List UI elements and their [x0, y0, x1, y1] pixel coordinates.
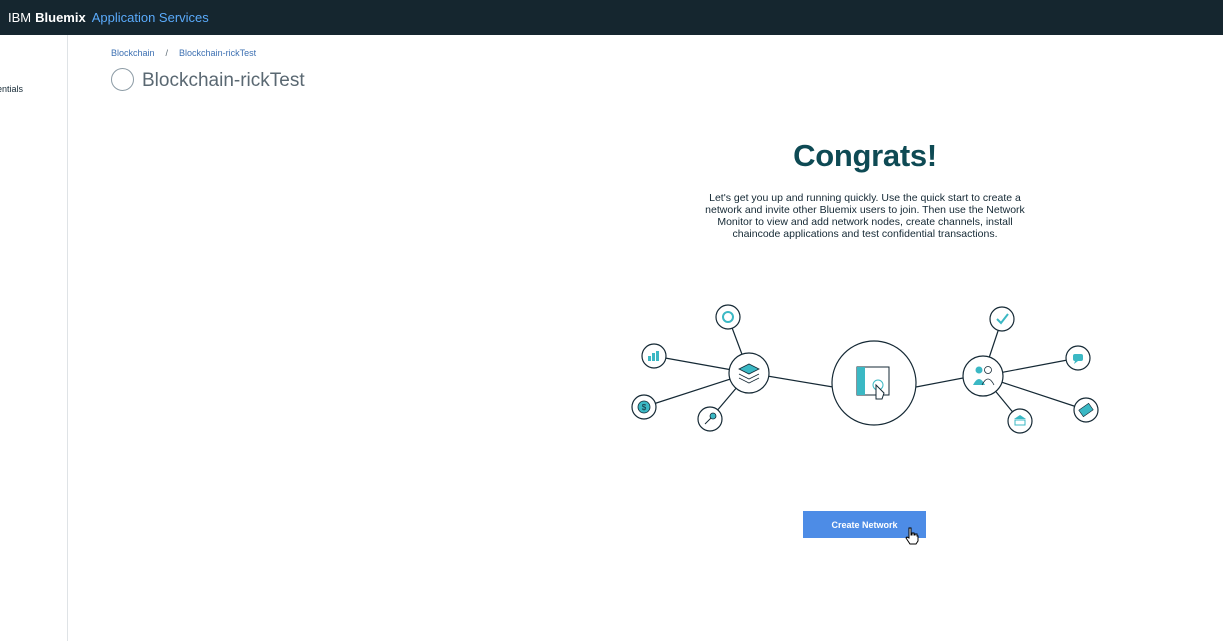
congrats-heading: Congrats! [793, 138, 937, 173]
layers-icon [728, 352, 770, 394]
brand-logo[interactable]: IBM Bluemix Application Services [8, 10, 209, 25]
breadcrumb-separator: / [165, 48, 169, 58]
people-icon [962, 355, 1004, 397]
brand-ibm: IBM [8, 10, 32, 25]
brand-product: Bluemix [35, 10, 86, 25]
chat-icon [1065, 345, 1091, 371]
dollar-icon: $ [631, 394, 657, 420]
breadcrumb-link-blockchain[interactable]: Blockchain [111, 48, 155, 58]
brand-section-link[interactable]: Application Services [92, 10, 209, 25]
sidebar-item-service-credentials[interactable]: Service credentials [0, 84, 23, 95]
checkmark-icon [989, 306, 1015, 332]
touch-screen-icon [831, 340, 917, 426]
key-icon [697, 406, 723, 432]
svg-text:$: $ [642, 403, 647, 412]
bank-icon [1007, 408, 1033, 434]
gear-icon [715, 304, 741, 330]
bar-chart-icon [641, 343, 667, 369]
service-icon [111, 68, 134, 91]
breadcrumb: Blockchain / Blockchain-rickTest [111, 48, 256, 58]
sidebar: Service credentials [0, 35, 68, 641]
network-illustration: $ [631, 304, 1099, 434]
ticket-icon [1073, 397, 1099, 423]
page-title: Blockchain-rickTest [142, 70, 305, 91]
intro-text: Let's get you up and running quickly. Us… [705, 192, 1025, 240]
breadcrumb-link-service[interactable]: Blockchain-rickTest [179, 48, 256, 58]
hand-cursor-icon [905, 527, 919, 545]
top-navigation-bar: IBM Bluemix Application Services [0, 0, 1223, 35]
